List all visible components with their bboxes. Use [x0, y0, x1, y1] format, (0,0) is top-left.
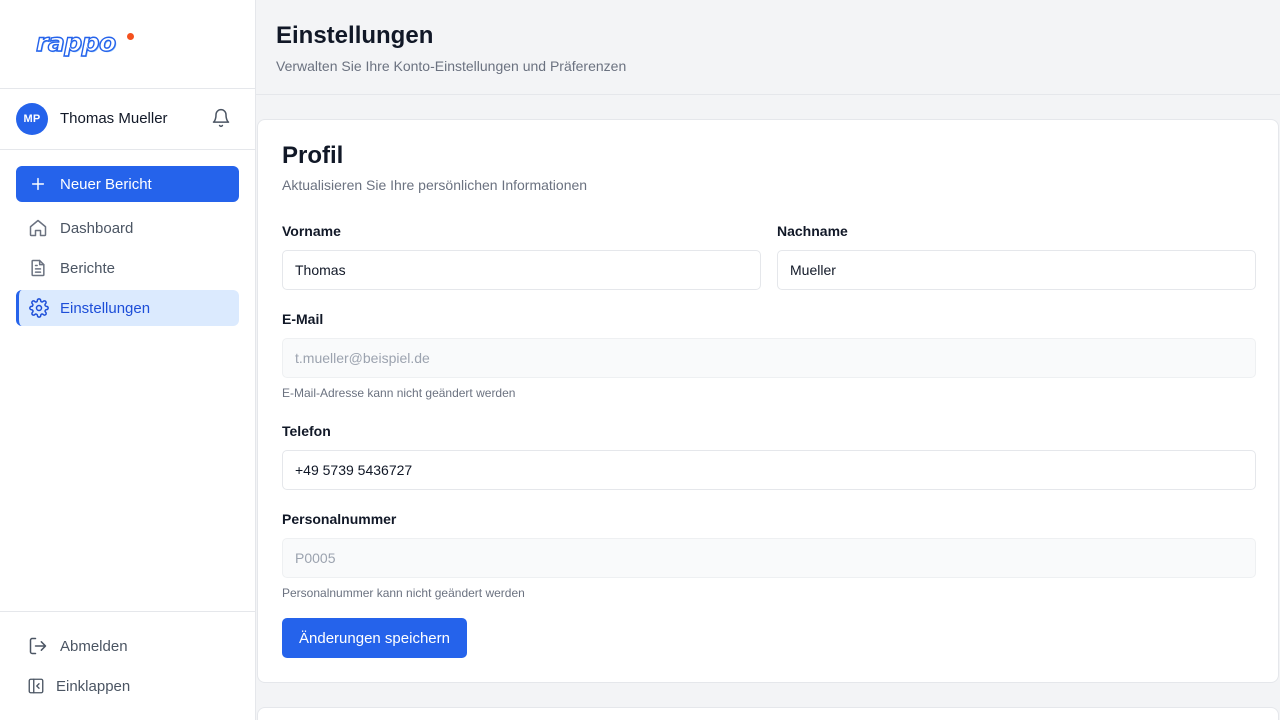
first-name-field[interactable]: Thomas [282, 250, 761, 290]
collapse-button[interactable]: Einklappen [16, 670, 239, 702]
logout-button[interactable]: Abmelden [16, 630, 239, 662]
collapse-label: Einklappen [56, 677, 131, 695]
avatar[interactable]: MP [16, 103, 48, 135]
document-icon [16, 258, 60, 278]
sidebar-item-label: Berichte [60, 259, 116, 277]
home-icon [16, 218, 60, 238]
profile-card: Profil Aktualisieren Sie Ihre persönlich… [257, 119, 1279, 683]
logout-label: Abmelden [60, 637, 128, 655]
first-name-label: Vorname [282, 223, 341, 239]
sidebar-item-label: Einstellungen [60, 299, 151, 317]
profile-subtitle: Aktualisieren Sie Ihre persönlichen Info… [282, 177, 588, 193]
plus-icon [16, 176, 60, 192]
collapse-icon [16, 677, 56, 695]
phone-label: Telefon [282, 423, 331, 439]
logo[interactable]: rappo [35, 27, 117, 57]
email-label: E-Mail [282, 311, 324, 327]
sidebar-bottom: Abmelden Einklappen [0, 611, 255, 720]
main-content: Einstellungen Verwalten Sie Ihre Konto-E… [256, 0, 1280, 720]
user-name: Thomas Mueller [60, 110, 168, 127]
page-title: Einstellungen [276, 22, 434, 49]
last-name-field[interactable]: Mueller [777, 250, 1256, 290]
sidebar-item-dashboard[interactable]: Dashboard [16, 210, 239, 246]
page-subtitle: Verwalten Sie Ihre Konto-Einstellungen u… [276, 58, 627, 74]
last-name-label: Nachname [777, 223, 848, 239]
phone-field[interactable]: +49 5739 5436727 [282, 450, 1256, 490]
personnel-number-hint: Personalnummer kann nicht geändert werde… [282, 586, 525, 600]
new-report-button[interactable]: Neuer Bericht [16, 166, 239, 202]
page-header: Einstellungen Verwalten Sie Ihre Konto-E… [256, 0, 1280, 95]
bell-icon[interactable] [211, 108, 231, 128]
gear-icon [17, 298, 60, 318]
logout-icon [16, 636, 60, 656]
save-button[interactable]: Änderungen speichern [282, 618, 467, 658]
profile-title: Profil [282, 142, 344, 169]
sidebar-item-berichte[interactable]: Berichte [16, 250, 239, 286]
personnel-number-label: Personalnummer [282, 511, 397, 527]
logo-dot [127, 33, 134, 40]
sidebar-item-einstellungen[interactable]: Einstellungen [16, 290, 239, 326]
sidebar: rappo MP Thomas Mueller Neuer Bericht Da… [0, 0, 256, 720]
next-card [257, 707, 1279, 720]
sidebar-item-label: Dashboard [60, 219, 134, 237]
new-report-label: Neuer Bericht [60, 175, 152, 193]
personnel-number-field[interactable]: P0005 [282, 538, 1256, 578]
email-hint: E-Mail-Adresse kann nicht geändert werde… [282, 386, 516, 400]
email-field[interactable]: t.mueller@beispiel.de [282, 338, 1256, 378]
user-row: MP Thomas Mueller [0, 89, 255, 150]
logo-area: rappo [0, 0, 255, 89]
